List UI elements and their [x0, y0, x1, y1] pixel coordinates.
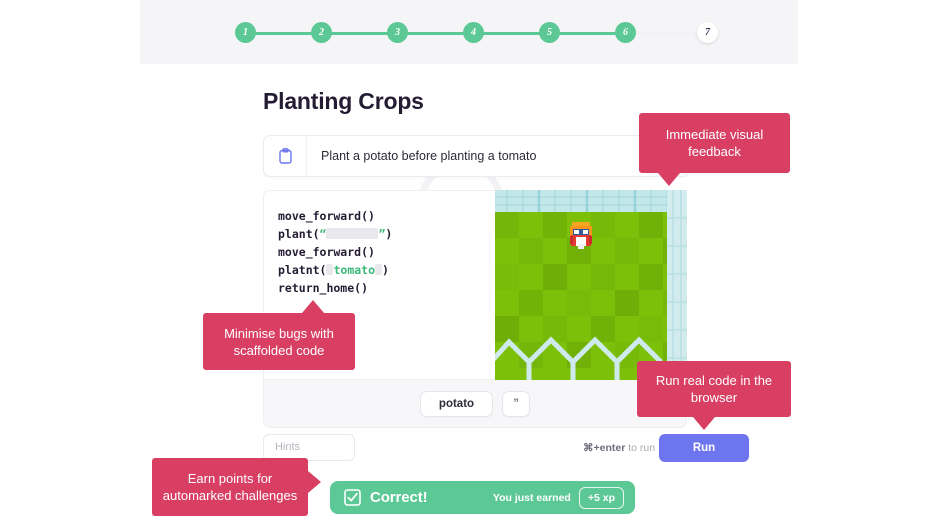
callout-tail-right-icon: [308, 471, 321, 493]
run-shortcut-hint: ⌘+enter to run: [583, 442, 655, 454]
step-label: 2: [319, 27, 324, 38]
step-7[interactable]: 7: [697, 22, 718, 43]
step-3[interactable]: 3: [387, 22, 408, 43]
clipboard-icon: [264, 136, 307, 176]
code-blank-slot[interactable]: [326, 228, 379, 239]
xp-badge: +5 xp: [578, 486, 624, 509]
toast-title: Correct!: [370, 489, 428, 506]
code-filled-value[interactable]: tomato: [333, 263, 375, 277]
step-label: 1: [243, 27, 248, 38]
step-2[interactable]: 2: [311, 22, 332, 43]
callout-earn-points: Earn points for automarked challenges: [152, 458, 321, 516]
code-token: plant(: [278, 227, 320, 241]
answer-chip-quote[interactable]: ”: [502, 390, 531, 417]
instruction-text: Plant a potato before planting a tomato: [321, 149, 537, 163]
check-square-icon: [344, 489, 361, 506]
callout-text: Immediate visual feedback: [665, 127, 764, 159]
callout-tail-up-icon: [302, 300, 324, 313]
callout-text: Run real code in the browser: [655, 373, 773, 405]
step-connector-5-6: [549, 32, 625, 35]
page-title: Planting Crops: [263, 88, 424, 114]
code-token: platnt(: [278, 263, 327, 277]
player-character-sprite: [570, 222, 592, 249]
callout-visual-feedback: Immediate visual feedback: [639, 113, 790, 186]
code-quote-slot-right[interactable]: [375, 264, 383, 275]
step-label: 5: [547, 27, 552, 38]
step-label: 6: [623, 27, 628, 38]
fence-top-rail: [495, 190, 687, 212]
code-token: return_home(): [278, 281, 369, 295]
run-shortcut-tail: to run: [625, 442, 656, 454]
step-connector-3-4: [397, 32, 473, 35]
step-6[interactable]: 6: [615, 22, 636, 43]
instruction-bar: Plant a potato before planting a tomato: [263, 135, 689, 177]
run-button[interactable]: Run: [659, 434, 749, 462]
run-button-label: Run: [692, 442, 716, 454]
hints-input[interactable]: Hints: [263, 434, 355, 461]
step-label: 4: [471, 27, 476, 38]
callout-tail-down-icon: [658, 173, 680, 186]
step-1[interactable]: 1: [235, 22, 256, 43]
answer-chip-potato[interactable]: potato: [419, 390, 494, 417]
toast-earned-label: You just earned: [492, 491, 571, 504]
run-shortcut-key: ⌘+enter: [583, 442, 626, 454]
code-token: ): [385, 227, 393, 241]
code-line-3: move_forward(): [278, 243, 495, 261]
quote-open: “: [319, 227, 327, 241]
code-line-4: platnt( tomato): [278, 261, 495, 279]
code-token: move_forward(): [278, 209, 375, 223]
app-root: 1 2 3 4 5 6 7 Planting Crops Plant a pot…: [0, 0, 940, 525]
step-4[interactable]: 4: [463, 22, 484, 43]
stepper: 1 2 3 4 5 6 7: [235, 22, 725, 44]
callout-tail-down-icon: [693, 417, 715, 430]
step-connector-6-7: [625, 32, 705, 35]
code-line-1: move_forward(): [278, 207, 495, 225]
callout-run-real-code: Run real code in the browser: [637, 361, 791, 430]
success-toast: Correct! You just earned +5 xp: [330, 481, 635, 514]
game-canvas[interactable]: [495, 190, 687, 380]
callout-text: Earn points for automarked challenges: [162, 471, 298, 503]
code-line-2: plant(“”): [278, 225, 495, 243]
step-connector-4-5: [473, 32, 549, 35]
step-connector-2-3: [321, 32, 397, 35]
answer-chip-bar: potato ”: [263, 380, 687, 428]
code-line-5: return_home(): [278, 279, 495, 297]
code-token: move_forward(): [278, 245, 375, 259]
callout-text: Minimise bugs with scaffolded code: [224, 325, 334, 358]
step-label: 7: [705, 27, 710, 38]
fence-right-rail: [667, 190, 687, 380]
callout-scaffolded-code: Minimise bugs with scaffolded code: [203, 300, 355, 370]
step-connector-1-2: [245, 32, 321, 35]
progress-header: 1 2 3 4 5 6 7: [140, 0, 798, 64]
step-5[interactable]: 5: [539, 22, 560, 43]
step-label: 3: [395, 27, 400, 38]
code-token: ): [382, 263, 389, 277]
